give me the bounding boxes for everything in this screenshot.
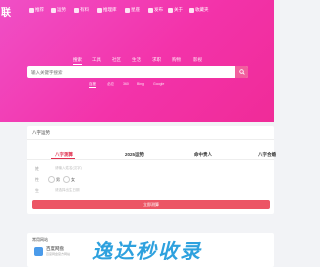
tab-jobs[interactable]: 求职 bbox=[152, 57, 161, 63]
flame-icon bbox=[74, 7, 79, 13]
name-field[interactable]: 请输入姓名(汉字) bbox=[55, 166, 82, 171]
tab-search[interactable]: 搜索 bbox=[73, 57, 82, 65]
nav-item-favorites[interactable]: 收藏夹 bbox=[189, 7, 209, 13]
constellation-icon bbox=[125, 7, 130, 13]
engine-baidu[interactable]: 百度 bbox=[89, 82, 96, 88]
folder-icon bbox=[189, 7, 194, 13]
search-box bbox=[27, 66, 248, 78]
tab-community[interactable]: 社区 bbox=[112, 57, 121, 63]
gender-label: 性 bbox=[35, 177, 39, 182]
fortune-card: 八字运势 八字测算 2025运势 命中贵人 八字合婚 姓 请输入姓名(汉字) 性… bbox=[27, 126, 276, 214]
nav-item-recommend[interactable]: 推荐 bbox=[29, 7, 44, 13]
star-icon bbox=[51, 7, 56, 13]
watermark-text: 逸达秒收录 bbox=[92, 239, 202, 263]
home-icon bbox=[29, 7, 34, 13]
subtab-2025-fortune[interactable]: 2025运势 bbox=[125, 152, 144, 158]
tab-shopping[interactable]: 购物 bbox=[172, 57, 181, 63]
nav-item-library[interactable]: 推理库 bbox=[97, 7, 117, 13]
search-icon bbox=[238, 69, 245, 75]
divider bbox=[27, 159, 274, 160]
site-logo[interactable]: 联 bbox=[1, 4, 11, 19]
book-icon bbox=[97, 7, 102, 13]
subtab-marriage[interactable]: 八字合婚 bbox=[258, 152, 276, 158]
birth-date-field[interactable]: 请选择出生日期 bbox=[55, 188, 80, 193]
active-subtab-indicator bbox=[51, 158, 75, 159]
birth-label: 生 bbox=[35, 188, 39, 193]
nav-item-publish[interactable]: 发布 bbox=[148, 7, 163, 13]
gender-male-label: 男 bbox=[56, 177, 60, 182]
gender-male-radio[interactable] bbox=[48, 176, 55, 183]
gender-female-radio[interactable] bbox=[63, 176, 70, 183]
submit-button[interactable]: 立即测算 bbox=[32, 200, 270, 209]
nav-item-constellation[interactable]: 星座 bbox=[125, 7, 140, 13]
tab-life[interactable]: 生活 bbox=[132, 57, 141, 63]
nav-item-hot[interactable]: 有料 bbox=[74, 7, 89, 13]
engine-360[interactable]: 360 bbox=[123, 82, 129, 86]
nav-item-fortune[interactable]: 运势 bbox=[51, 7, 66, 13]
tab-video[interactable]: 影视 bbox=[193, 57, 202, 63]
top-nav: 联 推荐 运势 有料 推理库 星座 发布 关于 收藏夹 bbox=[0, 0, 274, 20]
tab-tools[interactable]: 工具 bbox=[92, 57, 101, 63]
plus-icon bbox=[148, 7, 153, 13]
hero-banner: 联 推荐 运势 有料 推理库 星座 发布 关于 收藏夹 搜索 工具 社区 生活 … bbox=[0, 0, 274, 122]
divider bbox=[27, 139, 274, 140]
name-label: 姓 bbox=[35, 166, 39, 171]
site-description: 百度网盘官方网站 bbox=[46, 252, 71, 256]
subtab-benefactor[interactable]: 命中贵人 bbox=[194, 152, 212, 158]
nav-item-about[interactable]: 关于 bbox=[168, 7, 183, 13]
info-icon bbox=[168, 7, 173, 13]
search-input[interactable] bbox=[31, 68, 231, 76]
engine-google[interactable]: Google bbox=[153, 82, 164, 86]
engine-biying[interactable]: 必应 bbox=[107, 82, 114, 87]
search-button[interactable] bbox=[235, 66, 248, 78]
fortune-card-title: 八字运势 bbox=[32, 130, 50, 135]
gender-female-label: 女 bbox=[71, 177, 75, 182]
engine-bing[interactable]: Bing bbox=[137, 82, 144, 86]
cloud-icon bbox=[34, 247, 43, 256]
frequent-sites-title: 常用网站 bbox=[32, 237, 48, 242]
